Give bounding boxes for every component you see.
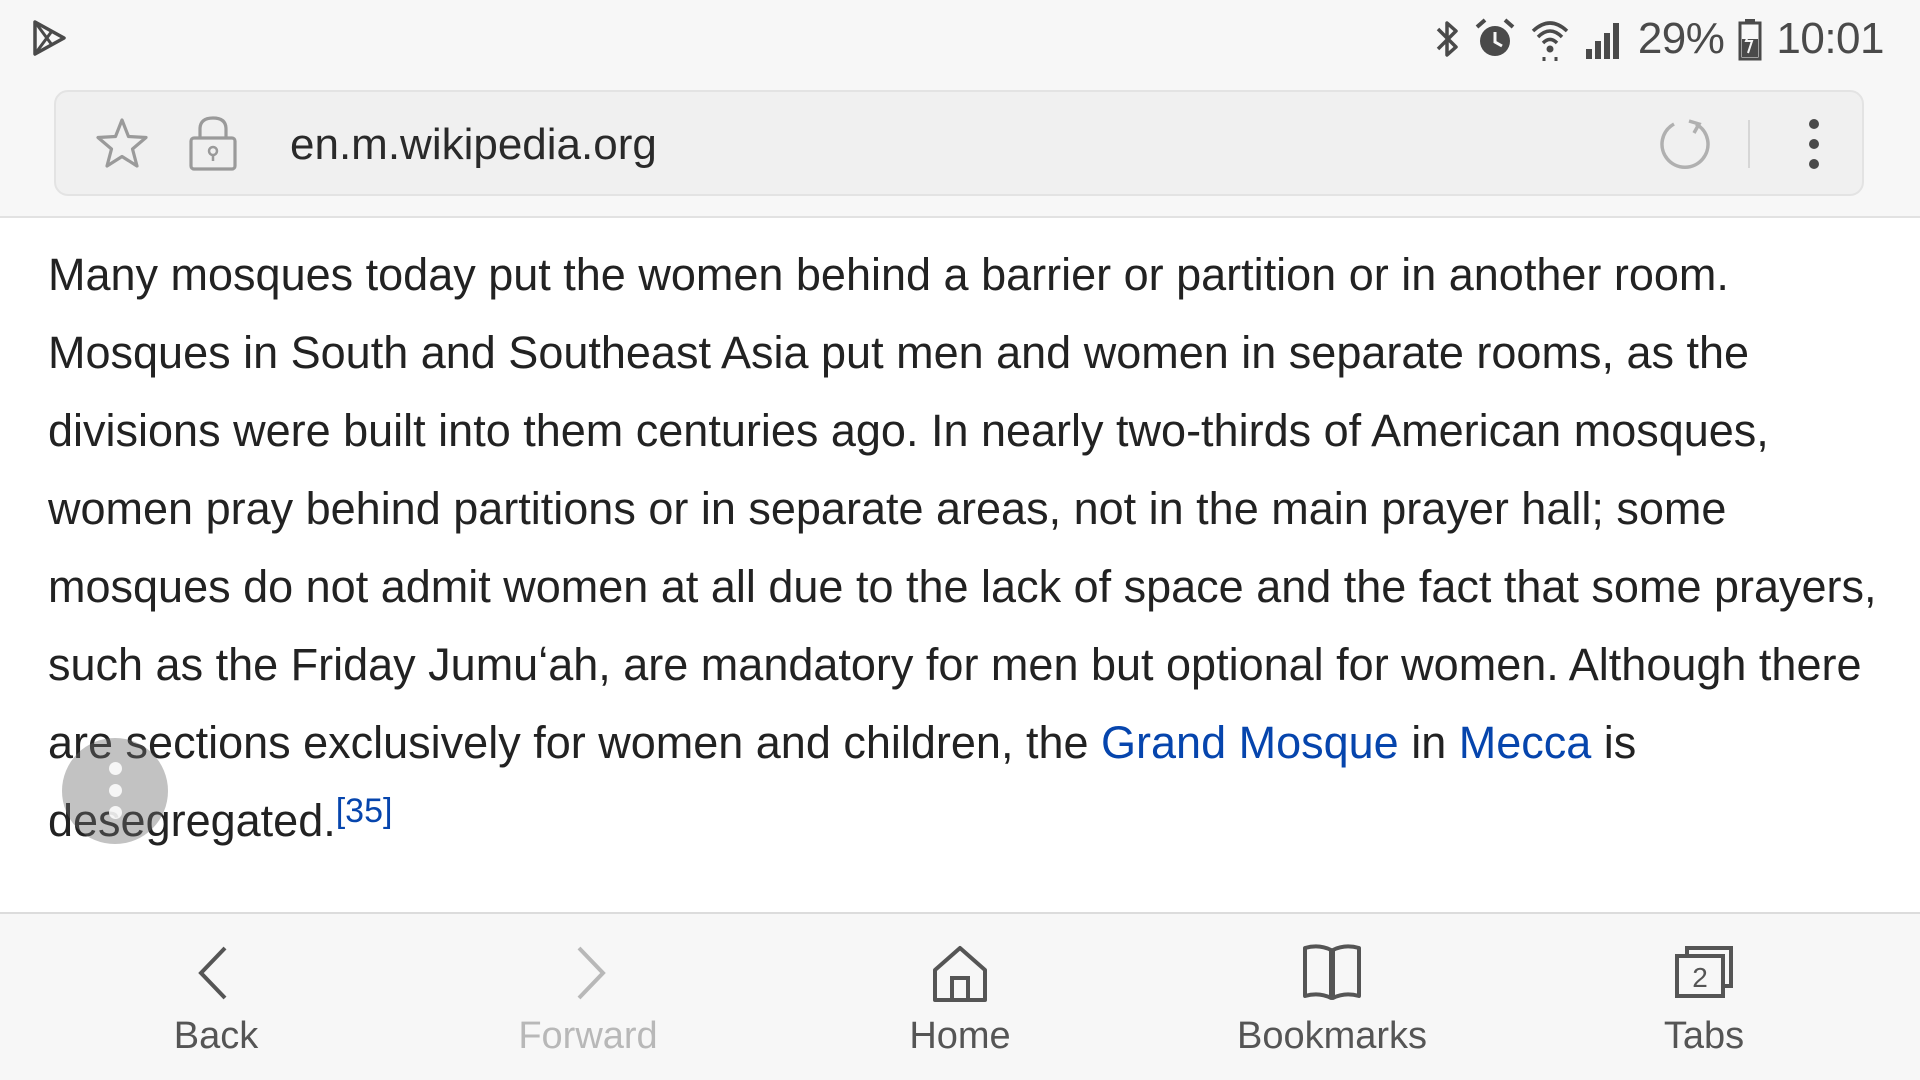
more-vert-icon[interactable]	[1802, 114, 1826, 174]
bluetooth-icon	[1436, 21, 1458, 57]
article-paragraph: Many mosques today put the women behind …	[48, 236, 1888, 860]
back-button[interactable]: Back	[30, 914, 402, 1080]
tabs-icon: 2	[1675, 946, 1733, 998]
back-label: Back	[173, 1015, 259, 1057]
play-store-icon	[33, 20, 66, 56]
battery-percent: 29%	[1637, 14, 1725, 63]
citation-link[interactable]: [35]	[336, 792, 393, 830]
forward-button[interactable]: Forward	[402, 914, 774, 1080]
star-icon[interactable]	[94, 116, 150, 172]
article-content: Many mosques today put the women behind …	[48, 236, 1888, 860]
chevron-left-icon	[198, 946, 227, 1000]
forward-label: Forward	[518, 1015, 658, 1057]
url-text[interactable]: en.m.wikipedia.org	[290, 118, 657, 172]
alarm-icon	[1475, 18, 1515, 56]
bookmarks-button[interactable]: Bookmarks	[1146, 914, 1518, 1080]
wifi-icon	[1531, 21, 1569, 61]
home-label: Home	[909, 1015, 1011, 1057]
tab-count: 2	[1692, 962, 1708, 993]
book-icon	[1303, 944, 1361, 1000]
floating-menu-button[interactable]	[62, 738, 168, 844]
link-grand-mosque[interactable]: Grand Mosque	[1101, 717, 1399, 768]
bottom-navigation: Back Forward Home Bookmarks 2 Tabs	[0, 912, 1920, 1080]
signal-icon	[1585, 23, 1619, 59]
dot-icon	[109, 784, 122, 797]
paragraph-text-in: in	[1398, 717, 1459, 768]
battery-icon	[1738, 19, 1762, 61]
link-mecca[interactable]: Mecca	[1459, 717, 1592, 768]
dot-icon	[109, 762, 122, 775]
home-button[interactable]: Home	[774, 914, 1146, 1080]
lock-icon	[189, 116, 237, 171]
browser-toolbar: en.m.wikipedia.org	[0, 78, 1920, 218]
status-bar: 29% 10:01	[0, 0, 1920, 78]
chevron-right-icon	[577, 946, 606, 1000]
address-bar-divider	[1748, 120, 1750, 168]
reload-icon[interactable]	[1656, 116, 1714, 174]
address-bar[interactable]: en.m.wikipedia.org	[54, 90, 1864, 196]
tabs-label: Tabs	[1663, 1015, 1745, 1057]
bookmarks-label: Bookmarks	[1236, 1015, 1428, 1057]
dot-icon	[109, 806, 122, 819]
clock: 10:01	[1776, 14, 1884, 63]
paragraph-text: Many mosques today put the women behind …	[48, 249, 1877, 768]
tabs-button[interactable]: 2 Tabs	[1518, 914, 1890, 1080]
home-icon	[933, 946, 987, 1002]
